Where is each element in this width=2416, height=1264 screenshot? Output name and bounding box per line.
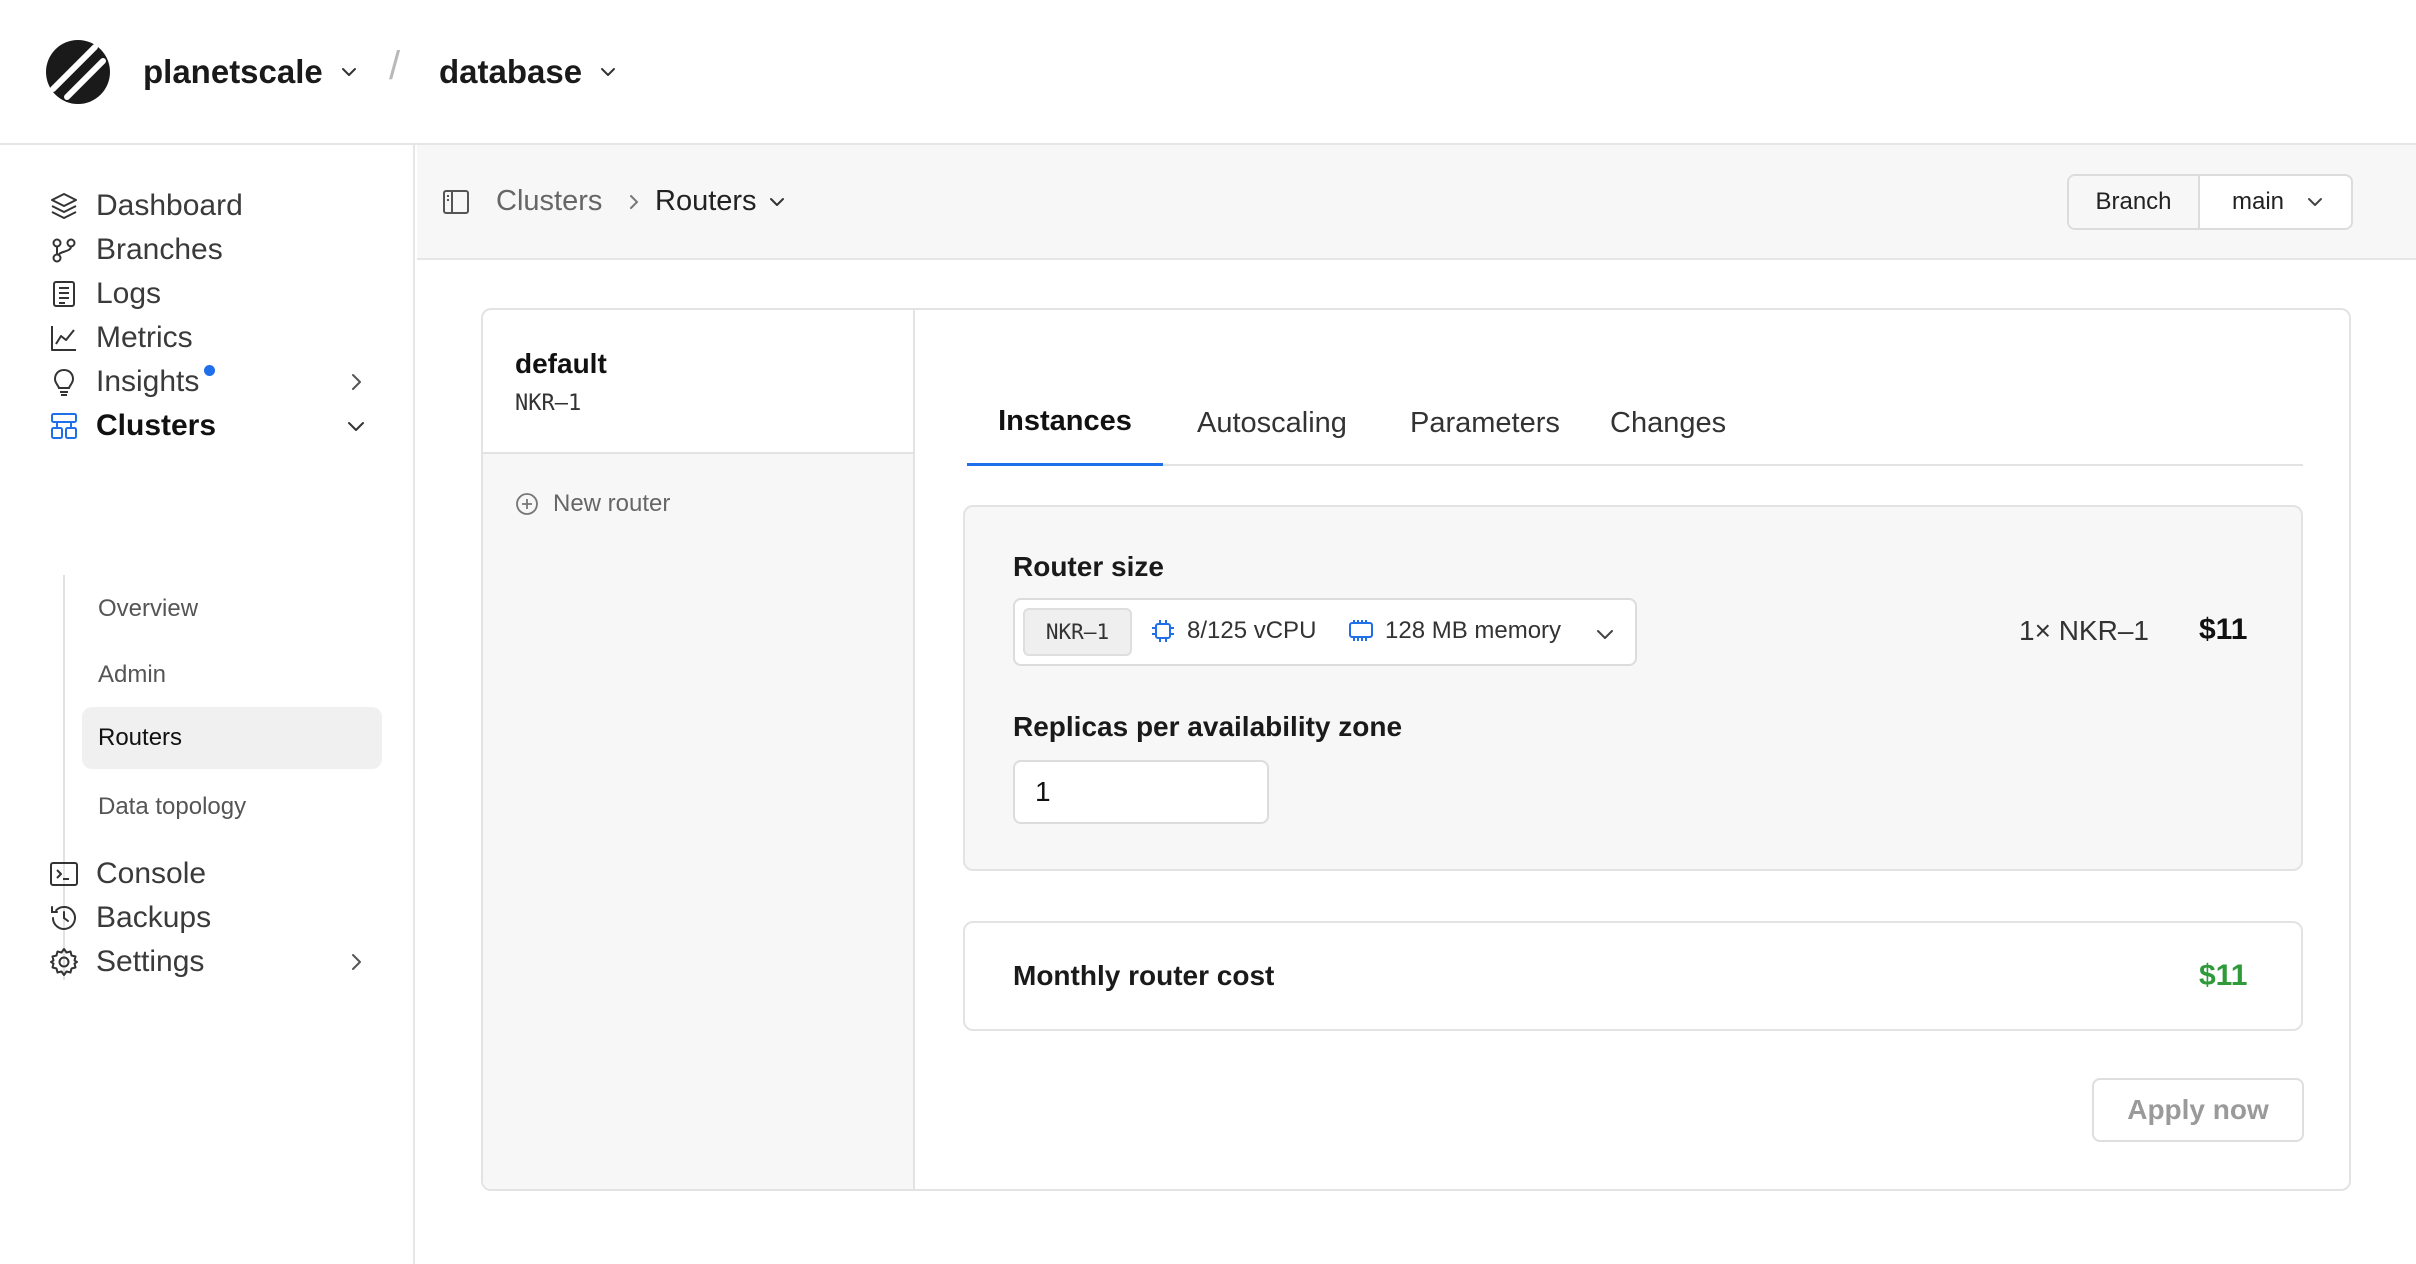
cpu-chip-icon	[1149, 617, 1177, 645]
sidebar-item-dashboard[interactable]: Dashboard	[48, 181, 378, 231]
tab-parameters[interactable]: Parameters	[1410, 380, 1560, 466]
sidebar-item-label: Metrics	[96, 321, 193, 354]
sidebar-subitem-routers[interactable]: Routers	[82, 707, 382, 769]
vcpu-spec: 8/125 vCPU	[1149, 617, 1316, 645]
sidebar-item-settings[interactable]: Settings	[48, 937, 378, 987]
content-header: Clusters Routers Branch main	[417, 145, 2416, 260]
notification-dot	[204, 365, 215, 376]
plus-circle-icon	[515, 492, 539, 516]
vcpu-value: 8/125 vCPU	[1187, 617, 1317, 644]
chevron-down-icon	[339, 62, 359, 82]
memory-value: 128 MB memory	[1385, 617, 1562, 644]
sidebar-item-backups[interactable]: Backups	[48, 893, 378, 943]
replicas-label: Replicas per availability zone	[1013, 711, 1403, 742]
memory-chip-icon	[1347, 617, 1375, 645]
sidebar-item-label: Clusters	[96, 409, 217, 442]
sidebar-item-console[interactable]: Console	[48, 849, 378, 899]
monthly-cost-value: $11	[2199, 959, 2248, 992]
breadcrumb-clusters[interactable]: Clusters	[496, 185, 602, 218]
database-name: database	[439, 53, 583, 90]
sidebar-subitem-overview[interactable]: Overview	[82, 578, 382, 640]
tab-instances[interactable]: Instances	[967, 380, 1163, 466]
branches-icon	[48, 234, 80, 266]
database-switcher[interactable]: database	[439, 50, 618, 94]
planetscale-logo-icon[interactable]	[45, 39, 111, 105]
sidebar-toggle-icon[interactable]	[441, 187, 471, 217]
chevron-down-icon	[767, 192, 787, 212]
branch-select[interactable]: main	[2200, 176, 2351, 228]
org-switcher[interactable]: planetscale	[143, 50, 359, 94]
tab-autoscaling[interactable]: Autoscaling	[1197, 380, 1347, 466]
terminal-icon	[48, 858, 80, 890]
sidebar-item-label: Logs	[96, 277, 162, 310]
sidebar: Dashboard Branches Logs Metrics Insights	[0, 145, 415, 1264]
org-name: planetscale	[143, 53, 323, 90]
breadcrumb-separator: /	[389, 44, 401, 88]
router-type: NKR–1	[515, 391, 582, 416]
router-list-panel: default NKR–1 New router	[483, 310, 915, 1189]
chevron-right-icon[interactable]	[344, 370, 368, 394]
sidebar-subitem-admin[interactable]: Admin	[82, 644, 382, 706]
sidebar-subitem-data-topology[interactable]: Data topology	[82, 776, 382, 838]
memory-spec: 128 MB memory	[1347, 617, 1561, 645]
tab-changes[interactable]: Changes	[1610, 380, 1726, 466]
sidebar-item-label: Dashboard	[96, 189, 243, 222]
clusters-icon	[48, 410, 80, 442]
sidebar-item-branches[interactable]: Branches	[48, 225, 378, 275]
chevron-right-icon[interactable]	[344, 950, 368, 974]
history-clock-icon	[48, 902, 80, 934]
gear-icon	[48, 946, 80, 978]
new-router-label: New router	[553, 490, 671, 517]
router-config-card: default NKR–1 New router Instances Autos…	[481, 308, 2351, 1191]
monthly-cost-section: Monthly router cost $11	[963, 921, 2303, 1031]
sidebar-item-clusters[interactable]: Clusters	[48, 401, 378, 451]
layers-icon	[48, 190, 80, 222]
sidebar-item-label: Console	[96, 857, 207, 890]
new-router-button[interactable]: New router	[515, 490, 670, 518]
chevron-down-icon	[1593, 622, 1617, 646]
router-size-section: Router size NKR–1 8/125 vCPU 128 MB memo…	[963, 505, 2303, 871]
lightbulb-icon	[48, 366, 80, 398]
sidebar-item-metrics[interactable]: Metrics	[48, 313, 378, 363]
sidebar-item-logs[interactable]: Logs	[48, 269, 378, 319]
chevron-right-icon	[624, 192, 644, 212]
replicas-input[interactable]	[1013, 760, 1269, 824]
sidebar-item-label: Backups	[96, 901, 212, 934]
breadcrumb-current-label: Routers	[655, 185, 757, 217]
sidebar-item-label: Insights	[96, 365, 200, 398]
router-size-label: Router size	[1013, 551, 1164, 582]
branch-selected-value: main	[2232, 188, 2285, 215]
router-name: default	[515, 348, 607, 379]
router-quantity-summary: 1× NKR–1	[2019, 615, 2149, 646]
apply-now-button[interactable]: Apply now	[2092, 1078, 2304, 1142]
metrics-chart-icon	[48, 322, 80, 354]
chevron-down-icon	[2305, 192, 2325, 212]
chevron-down-icon	[598, 62, 618, 82]
branch-selector-group: Branch main	[2067, 174, 2353, 230]
branch-button[interactable]: Branch	[2069, 176, 2200, 228]
sidebar-item-label: Branches	[96, 233, 223, 266]
router-size-select[interactable]: NKR–1 8/125 vCPU 128 MB memory	[1013, 598, 1637, 666]
sidebar-item-insights[interactable]: Insights	[48, 357, 378, 407]
top-bar: planetscale / database	[0, 0, 2416, 145]
router-size-type-badge: NKR–1	[1023, 608, 1132, 656]
router-tabs: Instances Autoscaling Parameters Changes	[967, 380, 2303, 466]
monthly-cost-label: Monthly router cost	[1013, 960, 1275, 991]
router-list-item[interactable]: default NKR–1	[483, 310, 913, 454]
logs-icon	[48, 278, 80, 310]
chevron-down-icon[interactable]	[344, 414, 368, 438]
router-size-price: $11	[2199, 613, 2248, 646]
breadcrumb-routers[interactable]: Routers	[655, 185, 787, 218]
sidebar-item-label: Settings	[96, 945, 205, 978]
